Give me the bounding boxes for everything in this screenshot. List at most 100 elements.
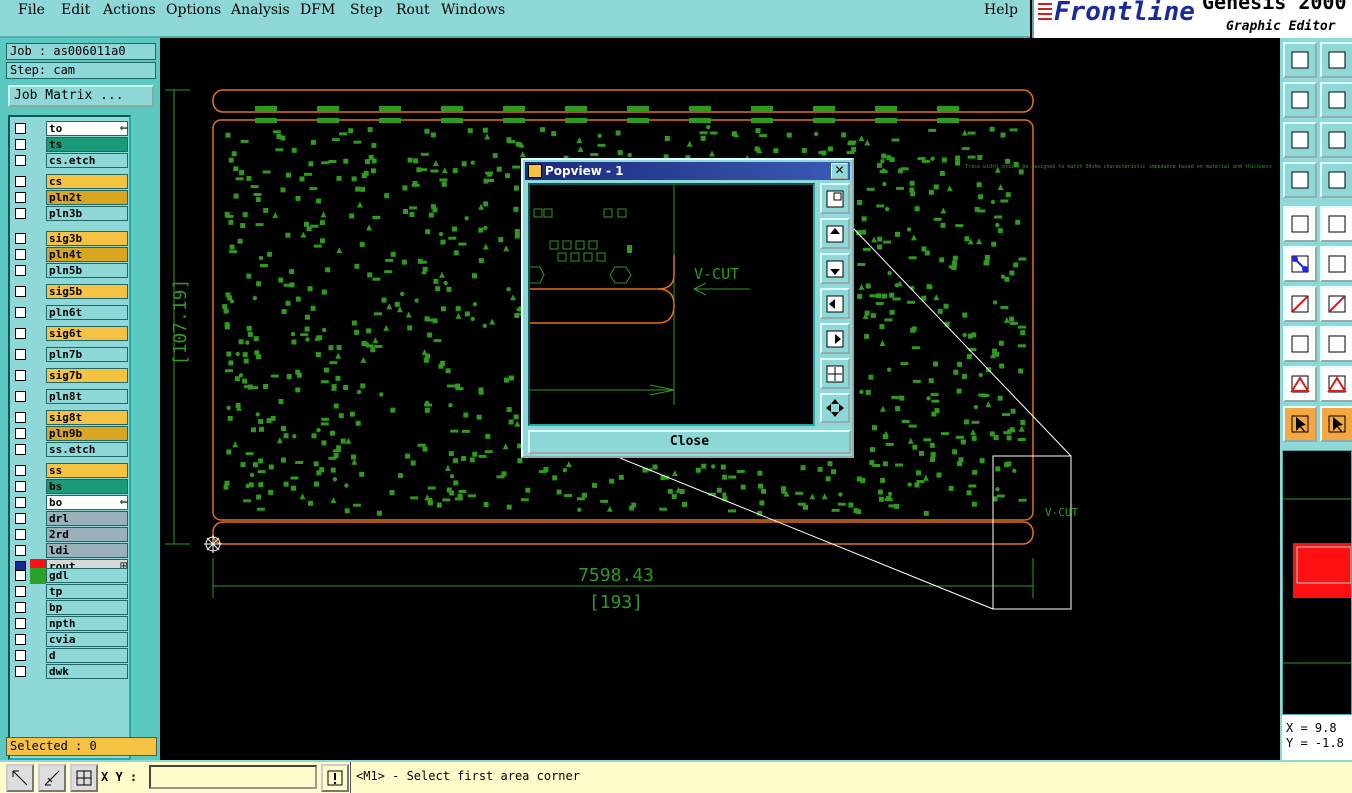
grid-icon[interactable] (70, 764, 98, 792)
layer-checkbox[interactable] (15, 176, 26, 187)
measure-icon[interactable] (1320, 326, 1352, 362)
layer-row-2rd[interactable]: 2rd (12, 527, 130, 543)
popview-close-button[interactable]: Close (528, 430, 851, 454)
menu-help[interactable]: Help (984, 2, 1018, 18)
layer-row-pln8t[interactable]: pln8t (12, 389, 130, 405)
layer-checkbox[interactable] (15, 286, 26, 297)
layer-checkbox[interactable] (15, 497, 26, 508)
zoom-home-icon[interactable] (820, 183, 850, 214)
menu-rout[interactable]: Rout (396, 2, 430, 18)
layer-row-dwk[interactable]: dwk (12, 664, 130, 680)
job-matrix-button[interactable]: Job Matrix ... (8, 85, 154, 107)
popview-canvas[interactable]: V-CUT (528, 183, 815, 426)
pan-down-icon[interactable] (1320, 42, 1352, 78)
layer-checkbox[interactable] (15, 192, 26, 203)
layer-checkbox[interactable] (15, 444, 26, 455)
layer-name[interactable]: drl (46, 511, 128, 526)
layer-name[interactable]: tp (46, 584, 128, 599)
zoom-fit-icon[interactable] (1283, 122, 1317, 158)
layer-checkbox[interactable] (15, 650, 26, 661)
layer-row-cs[interactable]: cs (12, 174, 130, 190)
layer-checkbox[interactable] (15, 481, 26, 492)
layer-row-bp[interactable]: bp (12, 600, 130, 616)
zoom-in-icon[interactable] (820, 358, 850, 389)
layer-name[interactable]: bs (46, 479, 128, 494)
line-icon[interactable] (1283, 286, 1317, 322)
target-icon[interactable] (1320, 162, 1352, 198)
tool-settings-icon[interactable] (1283, 162, 1317, 198)
layer-checkbox[interactable] (15, 602, 26, 613)
layer-row-cs-etch[interactable]: cs.etch (12, 153, 130, 169)
layer-checkbox[interactable] (15, 307, 26, 318)
cross-icon[interactable] (1320, 246, 1352, 282)
layer-name[interactable]: sig8t (46, 410, 128, 425)
menu-step[interactable]: Step (350, 2, 382, 18)
layer-row-to[interactable]: to ⇐ (12, 121, 130, 137)
layer-row-ldi[interactable]: ldi (12, 543, 130, 559)
layer-name[interactable]: npth (46, 616, 128, 631)
layer-checkbox[interactable] (15, 139, 26, 150)
layer-row-sig7b[interactable]: sig7b (12, 368, 130, 384)
overview-minimap[interactable] (1282, 450, 1352, 715)
layer-name[interactable]: ts (46, 137, 128, 152)
menu-dfm[interactable]: DFM (300, 2, 335, 18)
layer-row-pln9b[interactable]: pln9b (12, 426, 130, 442)
menu-file[interactable]: File (18, 2, 45, 18)
features-icon[interactable] (1283, 326, 1317, 362)
layer-checkbox[interactable] (15, 513, 26, 524)
layer-checkbox[interactable] (15, 529, 26, 540)
layer-name[interactable]: gdl (46, 568, 128, 583)
layer-row-d[interactable]: d (12, 648, 130, 664)
layer-name[interactable]: sig7b (46, 368, 128, 383)
pointer-icon[interactable] (1283, 406, 1317, 442)
layer-row-sig3b[interactable]: sig3b (12, 231, 130, 247)
layer-name[interactable]: to (46, 121, 128, 136)
layer-checkbox[interactable] (15, 545, 26, 556)
layer-checkbox[interactable] (15, 349, 26, 360)
layer-name[interactable]: bp (46, 600, 128, 615)
layer-name[interactable]: d (46, 648, 128, 663)
layer-checkbox[interactable] (15, 391, 26, 402)
snap-icon[interactable] (38, 764, 66, 792)
layer-checkbox[interactable] (15, 618, 26, 629)
menu-analysis[interactable]: Analysis (231, 2, 290, 18)
layer-checkbox[interactable] (15, 123, 26, 134)
layer-row-bo[interactable]: bo ⇐ (12, 495, 130, 511)
layer-checkbox[interactable] (15, 634, 26, 645)
layer-checkbox[interactable] (15, 666, 26, 677)
layer-name[interactable]: cs.etch (46, 153, 128, 168)
pan-left-icon[interactable] (1283, 82, 1317, 118)
layer-name[interactable]: pln8t (46, 389, 128, 404)
layer-name[interactable]: pln9b (46, 426, 128, 441)
layer-row-npth[interactable]: npth (12, 616, 130, 632)
layer-row-pln7b[interactable]: pln7b (12, 347, 130, 363)
layer-name[interactable]: pln7b (46, 347, 128, 362)
layer-name[interactable]: ss (46, 463, 128, 478)
layer-row-drl[interactable]: drl (12, 511, 130, 527)
pan-down-icon[interactable] (820, 253, 850, 284)
layer-checkbox[interactable] (15, 412, 26, 423)
layer-name[interactable]: cvia (46, 632, 128, 647)
layer-row-pln4t[interactable]: pln4t (12, 247, 130, 263)
layer-name[interactable]: ldi (46, 543, 128, 558)
layer-name[interactable]: ss.etch (46, 442, 128, 457)
layer-name[interactable]: pln6t (46, 305, 128, 320)
layer-checkbox[interactable] (15, 233, 26, 244)
close-icon[interactable]: ✕ (831, 163, 848, 179)
pan-left-icon[interactable] (820, 288, 850, 319)
layer-checkbox[interactable] (15, 265, 26, 276)
layer-row-tp[interactable]: tp (12, 584, 130, 600)
layer-checkbox[interactable] (15, 155, 26, 166)
net-icon[interactable] (1283, 246, 1317, 282)
layer-name[interactable]: pln4t (46, 247, 128, 262)
layer-row-ts[interactable]: ts (12, 137, 130, 153)
layer-row-cvia[interactable]: cvia (12, 632, 130, 648)
drawing-icon[interactable] (1320, 206, 1352, 242)
pan-up-icon[interactable] (820, 218, 850, 249)
menu-actions[interactable]: Actions (103, 2, 156, 18)
layer-row-pln5b[interactable]: pln5b (12, 263, 130, 279)
select-pad-icon[interactable] (1283, 206, 1317, 242)
layer-row-ss-etch[interactable]: ss.etch (12, 442, 130, 458)
popview-titlebar[interactable]: Popview - 1 ✕ (525, 162, 850, 180)
layer-name[interactable]: cs (46, 174, 128, 189)
